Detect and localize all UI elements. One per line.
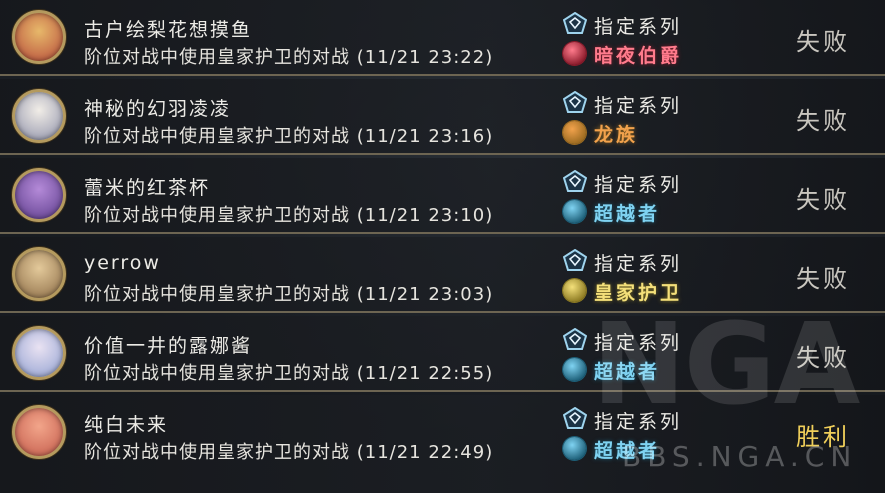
portalcraft-icon (563, 437, 586, 460)
format-label: 指定系列 (594, 253, 683, 275)
match-description: 阶位对战中使用皇家护卫的对战 (11/21 23:22) (84, 47, 494, 68)
match-result: 失败 (796, 186, 850, 214)
opponent-avatar[interactable] (12, 247, 66, 301)
opponent-avatar[interactable] (12, 10, 66, 64)
havencraft-icon (563, 279, 586, 302)
opponent-class-label: 暗夜伯爵 (594, 45, 683, 67)
match-row[interactable]: 价值一井的露娜酱 阶位对战中使用皇家护卫的对战 (11/21 22:55) 指定… (0, 316, 885, 392)
opponent-avatar[interactable] (12, 405, 66, 459)
opponent-avatar[interactable] (12, 168, 66, 222)
format-label: 指定系列 (594, 332, 683, 354)
dragoncraft-icon (563, 121, 586, 144)
match-result: 失败 (796, 265, 850, 293)
match-description: 阶位对战中使用皇家护卫的对战 (11/21 22:49) (84, 442, 494, 463)
rotation-format-icon (563, 170, 587, 192)
format-label: 指定系列 (594, 95, 683, 117)
match-description: 阶位对战中使用皇家护卫的对战 (11/21 23:03) (84, 284, 494, 305)
opponent-class-label: 龙族 (594, 124, 639, 146)
opponent-name: 价值一井的露娜酱 (84, 335, 253, 357)
match-row[interactable]: 纯白未来 阶位对战中使用皇家护卫的对战 (11/21 22:49) 指定系列 超… (0, 395, 885, 493)
opponent-class-label: 皇家护卫 (594, 282, 683, 304)
match-row[interactable]: yerrow 阶位对战中使用皇家护卫的对战 (11/21 23:03) 指定系列… (0, 237, 885, 313)
match-row[interactable]: 蕾米的红茶杯 阶位对战中使用皇家护卫的对战 (11/21 23:10) 指定系列… (0, 158, 885, 234)
opponent-name: 神秘的幻羽凌凌 (84, 98, 232, 120)
match-description: 阶位对战中使用皇家护卫的对战 (11/21 22:55) (84, 363, 494, 384)
abysscraft-icon (563, 42, 586, 65)
opponent-name: 纯白未来 (84, 414, 169, 436)
rotation-format-icon (563, 249, 587, 271)
match-description: 阶位对战中使用皇家护卫的对战 (11/21 23:10) (84, 205, 494, 226)
match-result: 胜利 (796, 423, 850, 451)
portalcraft-icon (563, 358, 586, 381)
opponent-class-label: 超越者 (594, 361, 661, 383)
opponent-class-label: 超越者 (594, 203, 661, 225)
opponent-avatar[interactable] (12, 89, 66, 143)
rotation-format-icon (563, 328, 587, 350)
opponent-avatar[interactable] (12, 326, 66, 380)
match-row[interactable]: 古户绘梨花想摸鱼 阶位对战中使用皇家护卫的对战 (11/21 23:22) 指定… (0, 0, 885, 76)
match-result: 失败 (796, 107, 850, 135)
opponent-name: yerrow (84, 252, 161, 274)
rotation-format-icon (563, 91, 587, 113)
format-label: 指定系列 (594, 174, 683, 196)
match-result: 失败 (796, 344, 850, 372)
opponent-name: 蕾米的红茶杯 (84, 177, 211, 199)
rotation-format-icon (563, 407, 587, 429)
rotation-format-icon (563, 12, 587, 34)
battle-history-list: 古户绘梨花想摸鱼 阶位对战中使用皇家护卫的对战 (11/21 23:22) 指定… (0, 0, 885, 493)
opponent-class-label: 超越者 (594, 440, 661, 462)
match-result: 失败 (796, 28, 850, 56)
match-description: 阶位对战中使用皇家护卫的对战 (11/21 23:16) (84, 126, 494, 147)
opponent-name: 古户绘梨花想摸鱼 (84, 19, 253, 41)
match-row[interactable]: 神秘的幻羽凌凌 阶位对战中使用皇家护卫的对战 (11/21 23:16) 指定系… (0, 79, 885, 155)
portalcraft-icon (563, 200, 586, 223)
format-label: 指定系列 (594, 16, 683, 38)
format-label: 指定系列 (594, 411, 683, 433)
